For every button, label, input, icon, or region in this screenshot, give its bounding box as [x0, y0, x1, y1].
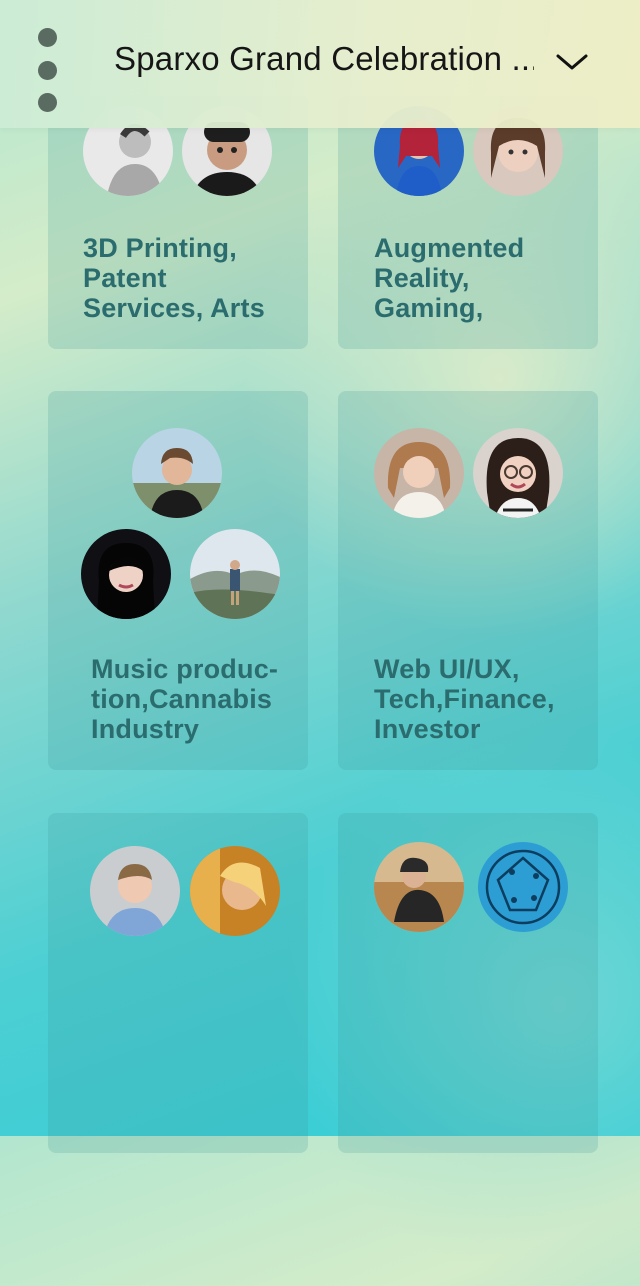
- tcdc-logo-avatar: [478, 842, 568, 932]
- member-avatar: [374, 428, 464, 518]
- group-interests-label: 3D Printing, Patent Services, Arts: [83, 233, 265, 323]
- member-avatar: [132, 428, 222, 518]
- vertical-ellipsis-icon: [37, 93, 57, 112]
- vertical-ellipsis-icon: [37, 60, 57, 80]
- app-header: Sparxo Grand Celebration ...: [0, 0, 640, 128]
- group-interests-label: Music produc- tion,Cannabis Industry: [91, 654, 279, 744]
- member-avatar: [473, 428, 563, 518]
- group-card[interactable]: [48, 813, 308, 1153]
- group-card[interactable]: [338, 813, 598, 1153]
- member-avatar: [81, 529, 171, 619]
- member-avatar: [190, 846, 280, 936]
- member-avatar: [190, 529, 280, 619]
- group-grid: 3D Printing, Patent Services, Arts Augme…: [0, 0, 640, 1153]
- vertical-ellipsis-icon: [37, 28, 57, 47]
- group-card-music-production[interactable]: Music produc- tion,Cannabis Industry: [48, 391, 308, 770]
- group-interests-label: Augmented Reality, Gaming,: [374, 233, 525, 323]
- group-card-web-ui-ux[interactable]: Web UI/UX, Tech,Finance, Investor: [338, 391, 598, 770]
- group-interests-label: Web UI/UX, Tech,Finance, Investor: [374, 654, 555, 744]
- event-dropdown-button[interactable]: [552, 44, 592, 80]
- menu-button[interactable]: [30, 28, 64, 112]
- group-card-3d-printing[interactable]: 3D Printing, Patent Services, Arts: [48, 96, 308, 349]
- member-avatar: [90, 846, 180, 936]
- event-title[interactable]: Sparxo Grand Celebration ...: [114, 40, 534, 78]
- member-avatar: [374, 842, 464, 932]
- chevron-down-icon: [556, 54, 588, 70]
- group-card-augmented-reality[interactable]: Augmented Reality, Gaming,: [338, 96, 598, 349]
